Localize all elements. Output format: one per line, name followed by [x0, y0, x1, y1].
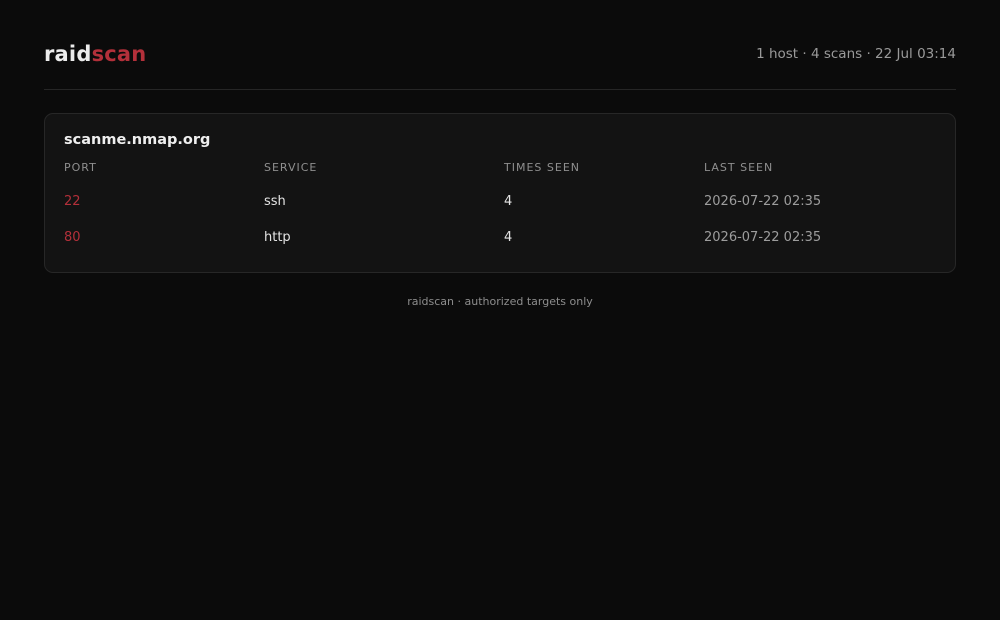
- logo-text-primary: raid: [44, 42, 92, 66]
- last-seen-cell: 2026-07-22 02:35: [704, 230, 822, 245]
- column-header-last-seen: LAST SEEN: [704, 161, 774, 174]
- column-header-port: PORT: [64, 161, 97, 174]
- port-cell: 22: [64, 194, 81, 209]
- column-header-service: SERVICE: [264, 161, 318, 174]
- footer-note: raidscan · authorized targets only: [407, 295, 593, 308]
- service-cell: http: [264, 230, 291, 245]
- times-seen-cell: 4: [504, 194, 513, 209]
- times-seen-cell: 4: [504, 230, 513, 245]
- logo-text-accent: scan: [91, 42, 147, 66]
- service-cell: ssh: [264, 194, 286, 209]
- host-card: scanme.nmap.org PORT SERVICE TIMES SEEN …: [44, 113, 956, 273]
- last-seen-cell: 2026-07-22 02:35: [704, 194, 822, 209]
- port-cell: 80: [64, 230, 81, 245]
- header: raidscan 1 host · 4 scans · 22 Jul 03:14: [44, 0, 956, 90]
- page: raidscan 1 host · 4 scans · 22 Jul 03:14…: [44, 0, 956, 308]
- scan-summary: 1 host · 4 scans · 22 Jul 03:14: [756, 46, 956, 62]
- column-header-times-seen: TIMES SEEN: [504, 161, 580, 174]
- app-logo[interactable]: raidscan: [44, 40, 146, 68]
- host-name: scanme.nmap.org: [64, 132, 211, 148]
